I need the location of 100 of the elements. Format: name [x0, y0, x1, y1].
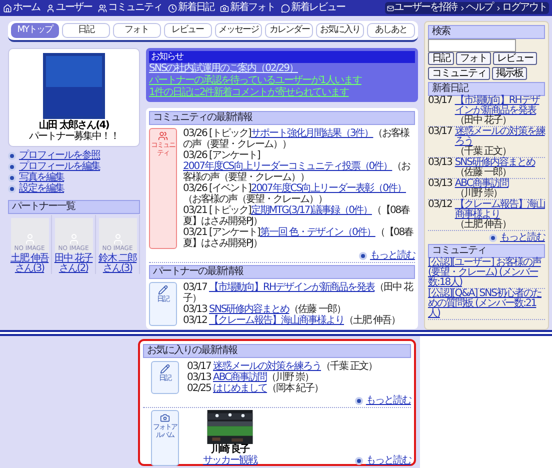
news-entry: 02/25 はじめまして（岡本 紀子）: [187, 383, 324, 394]
tab[interactable]: MYトップ: [11, 23, 59, 38]
news-entry: 03/13 ABC商事訪問（川野 崇）: [187, 372, 315, 383]
profile-link[interactable]: プロフィールを参照: [19, 150, 100, 161]
profile-link[interactable]: 設定を編集: [19, 183, 64, 194]
nav-link[interactable]: コミュニティ: [98, 2, 162, 14]
album-link[interactable]: サッカー観戦: [203, 455, 257, 466]
search-button[interactable]: 日記: [428, 52, 454, 65]
news-entry: 03/17 迷惑メールの対策を練ろう（千葉 正文）: [187, 361, 378, 372]
entry-link[interactable]: ABC商事訪問: [454, 179, 508, 189]
entry-date: 03/17: [428, 96, 452, 108]
header-link[interactable]: ログアウト: [495, 2, 547, 14]
home-icon: [3, 4, 12, 12]
clock-icon: [168, 4, 177, 12]
header-link[interactable]: ユーザーを招待: [387, 2, 457, 14]
chevron-icon: [495, 4, 502, 12]
nav-link[interactable]: 新着レビュー: [281, 2, 345, 14]
community-link[interactable]: [公認][Q&A] SNS初心者のための質問板 (メンバー数:21人): [428, 289, 545, 319]
entry-link[interactable]: 【クレーム報告】海山商事様より: [454, 200, 545, 220]
entry-date: 03/12: [428, 200, 452, 212]
partner-link[interactable]: 鈴木 二郎さん(3): [96, 254, 139, 274]
news-entry: 03/12 【クレーム報告】海山商事様より（土肥 伸吾）: [183, 315, 402, 326]
tab[interactable]: レビュー: [164, 23, 212, 38]
tab[interactable]: フォト: [112, 23, 161, 38]
tab[interactable]: メッセージ: [214, 23, 262, 38]
nav-link[interactable]: ユーザー: [46, 2, 92, 14]
partner-link[interactable]: 田中 花子さん(2): [52, 254, 95, 274]
entry-link[interactable]: 2007年度CS向上リーダーコミュニティ投票（0件）: [183, 161, 392, 172]
bullet-icon: [8, 174, 16, 182]
section-header: お気に入りの最新情報: [143, 344, 411, 358]
entry-link[interactable]: SNS研修内容まとめ: [454, 158, 536, 168]
bullet-icon: [8, 184, 16, 192]
entry-link[interactable]: 【市場動向】RHデザインが新商品を発表: [209, 282, 374, 293]
bullet-icon: [359, 252, 367, 260]
news-entry: 03/21 [アンケート]第一回 色・デザイン（0件）（【08春夏】はさみ開発PJ）: [183, 227, 414, 249]
entry-link[interactable]: 定期MTG(3/17)議事録（0件）: [250, 205, 372, 216]
notice-link[interactable]: SNSの社内試運用のご案内（02/29）: [149, 63, 415, 75]
entry-date: 03/17: [428, 127, 452, 139]
entry-link[interactable]: サポート強化月間結果（3件）: [250, 128, 374, 139]
notice-header: お知らせ: [149, 51, 415, 63]
entry-link[interactable]: 迷惑メールの対策を練ろう: [454, 127, 545, 147]
entry-link[interactable]: ABC商事訪問: [213, 372, 267, 383]
bullet-icon: [8, 152, 16, 160]
entry-link[interactable]: 2007年度CS向上リーダー表彰（0件）: [250, 183, 406, 194]
users-icon: [98, 4, 107, 12]
nav-link[interactable]: ホーム: [3, 2, 40, 14]
entry-author: （佐藤 一郎）: [454, 168, 512, 178]
section-header: コミュニティの最新情報: [149, 111, 415, 125]
section-header: 新着日記: [428, 82, 545, 96]
search-button[interactable]: 掲示板: [492, 67, 527, 80]
community-link[interactable]: [公認][ユーザー] お客様の声(要望・クレーム) (メンバー数:18人): [428, 258, 545, 288]
bullet-icon: [355, 396, 363, 404]
section-header: パートナーの最新情報: [149, 265, 415, 279]
profile-name: 山田 太郎さん(4): [39, 120, 109, 131]
user-icon: [46, 4, 55, 12]
mail-icon: [387, 4, 394, 12]
camera-icon: [220, 4, 229, 12]
entry-date: 03/13: [428, 158, 452, 170]
profile-link[interactable]: プロフィールを編集: [19, 161, 100, 172]
section-header: コミュニティ: [428, 244, 545, 258]
search-field[interactable]: [428, 39, 516, 52]
entry-link[interactable]: 第一回 色・デザイン（0件）: [260, 227, 376, 238]
bullet-icon: [489, 234, 497, 242]
chevron-icon: [459, 4, 466, 12]
nav-link[interactable]: 新着日記: [168, 2, 214, 14]
header-link[interactable]: ヘルプ: [459, 2, 493, 14]
entry-link[interactable]: 迷惑メールの対策を練ろう: [213, 361, 322, 372]
profile-link[interactable]: 写真を編集: [19, 172, 64, 183]
photo-owner: 川崎 良子: [210, 444, 250, 455]
section-header: パートナー一覧: [8, 200, 140, 214]
entry-date: 03/13: [428, 179, 452, 191]
speech-bubble-icon: [281, 4, 290, 12]
news-entry: 03/13 SNS研修内容まとめ（佐藤 一郎）: [183, 304, 346, 315]
more-link[interactable]: もっと読む: [370, 250, 415, 261]
entry-link[interactable]: SNS研修内容まとめ: [209, 304, 290, 315]
more-link[interactable]: もっと読む: [366, 395, 411, 406]
nav-link[interactable]: 新着フォト: [220, 2, 275, 14]
entry-author: （土肥 伸吾）: [454, 220, 512, 230]
news-entry: 03/26 [アンケート] 2007年度CS向上リーダーコミュニティ投票（0件）（お客様の声（要望・クレーム））: [183, 150, 412, 183]
entry-author: （千葉 正文）: [454, 147, 512, 157]
tab[interactable]: カレンダー: [265, 23, 314, 38]
search-button[interactable]: コミュニティ: [428, 67, 490, 80]
search-button[interactable]: フォト: [456, 52, 491, 65]
entry-link[interactable]: 【クレーム報告】海山商事様より: [209, 315, 344, 326]
tab[interactable]: お気に入り: [316, 23, 364, 38]
more-link[interactable]: もっと読む: [500, 232, 545, 243]
section-header: 検索: [428, 25, 545, 39]
bullet-icon: [355, 456, 363, 464]
entry-link[interactable]: はじめまして: [213, 383, 268, 394]
news-entry: 03/26 [イベント]2007年度CS向上リーダー表彰（0件） （お客様の声（要望・クレーム））: [183, 183, 407, 205]
news-entry: 03/17 【市場動向】RHデザインが新商品を発表（田中 花子）: [183, 282, 414, 304]
tab[interactable]: 日記: [62, 23, 110, 38]
more-link[interactable]: もっと読む: [366, 455, 411, 466]
news-entry: 03/26 [トピック]サポート強化月間結果（3件）（お客様の声（要望・クレーム））: [183, 128, 410, 150]
news-entry: 03/21 [トピック]定期MTG(3/17)議事録（0件）（【08春夏】はさみ開発PJ）: [183, 205, 411, 227]
tab[interactable]: あしあと: [367, 23, 415, 38]
entry-author: （川野 崇）: [454, 189, 502, 199]
entry-link[interactable]: 【市場動向】RHデザインが新商品を発表: [454, 96, 545, 116]
search-button[interactable]: レビュー: [493, 52, 537, 65]
partner-link[interactable]: 土肥 伸吾さん(3): [8, 254, 51, 274]
